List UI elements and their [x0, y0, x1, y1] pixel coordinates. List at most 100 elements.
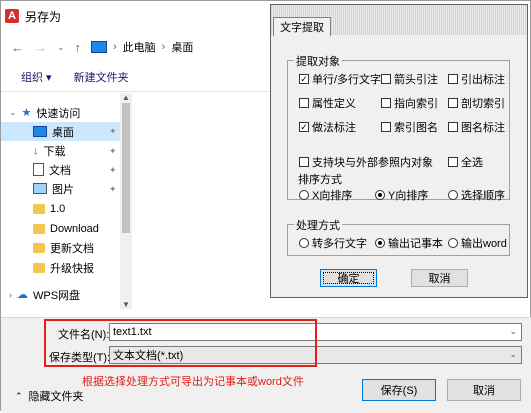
checkbox-label: 属性定义	[312, 98, 356, 110]
tree-item-quick-access[interactable]: ⌄ ★ 快速访问	[9, 103, 80, 122]
radio-label: 输出word	[461, 238, 507, 250]
radio-output-word[interactable]: 输出word	[448, 235, 507, 251]
checkbox-arrow-note[interactable]: 箭头引注	[381, 71, 438, 87]
checkbox-icon	[448, 157, 458, 167]
tree-item-label: Download	[50, 222, 99, 235]
up-arrow-icon[interactable]: ↑	[75, 40, 82, 55]
tree-item-label: WPS网盘	[33, 289, 81, 302]
checkbox-icon	[381, 98, 391, 108]
checkbox-support-block-xref[interactable]: 支持块与外部参照内对象	[299, 154, 433, 170]
radio-sort-selection-order[interactable]: 选择顺序	[448, 187, 505, 203]
checkbox-index-drawing-name[interactable]: 索引图名	[381, 119, 438, 135]
radio-icon	[299, 238, 309, 248]
navigation-tree: ⌄ ★ 快速访问 桌面 ✦ ↓ 下载 ✦ 文档 ✦ 图片 ✦ 1.0 Downl…	[1, 93, 120, 311]
radio-sort-x[interactable]: X向排序	[299, 187, 352, 203]
radio-label: X向排序	[312, 190, 353, 202]
checkbox-label: 全选	[461, 157, 483, 169]
checkbox-attribute-def[interactable]: 属性定义	[299, 95, 356, 111]
tab-text-extract[interactable]: 文字提取	[273, 17, 331, 36]
desktop-icon	[33, 126, 47, 137]
organize-menu[interactable]: 组织 ▾	[21, 69, 52, 85]
dialog-cancel-button[interactable]: 取消	[411, 269, 468, 287]
pin-icon[interactable]: ✦	[109, 165, 117, 176]
tree-item-folder[interactable]: 升级快报	[33, 258, 94, 277]
checkbox-drawing-name-label[interactable]: 图名标注	[448, 119, 505, 135]
tree-item-folder[interactable]: 1.0	[33, 199, 65, 218]
radio-output-notepad[interactable]: 输出记事本	[375, 235, 443, 251]
checkbox-label: 索引图名	[394, 122, 438, 134]
scroll-down-icon[interactable]: ▼	[122, 300, 130, 309]
chevron-down-icon[interactable]: ⌄	[509, 349, 517, 360]
tree-item-pictures[interactable]: 图片	[33, 179, 74, 198]
scrollbar-thumb[interactable]	[122, 103, 130, 233]
chevron-up-icon: ⌃	[15, 390, 23, 401]
save-button[interactable]: 保存(S)	[362, 379, 436, 401]
checkbox-icon	[448, 98, 458, 108]
radio-label: 转多行文字	[312, 238, 367, 250]
checkbox-icon	[299, 157, 309, 167]
folder-icon	[33, 223, 45, 234]
tree-item-label: 文档	[49, 164, 71, 177]
tree-item-folder[interactable]: Download	[33, 219, 99, 238]
ok-button[interactable]: 确定	[320, 269, 377, 287]
checkbox-section-index[interactable]: 剖切索引	[448, 95, 505, 111]
breadcrumb-sep-icon: ›	[161, 41, 166, 53]
radio-label: 选择顺序	[461, 190, 505, 202]
tree-item-folder[interactable]: 更新文档	[33, 238, 94, 257]
document-icon	[33, 163, 44, 176]
back-arrow-icon[interactable]: ←	[11, 40, 24, 55]
chevron-down-icon[interactable]: ⌄	[57, 42, 65, 53]
checkbox-select-all[interactable]: 全选	[448, 154, 483, 170]
chevron-down-icon[interactable]: ⌄	[509, 326, 517, 337]
hide-folders-toggle[interactable]: ⌃ 隐藏文件夹	[15, 388, 84, 404]
tree-item-downloads[interactable]: ↓ 下载	[33, 141, 66, 160]
pin-icon[interactable]: ✦	[109, 184, 117, 195]
tree-item-label: 下载	[43, 145, 66, 158]
checkbox-label: 做法标注	[312, 122, 356, 134]
pin-icon[interactable]: ✦	[109, 146, 117, 157]
tree-item-label: 桌面	[52, 126, 74, 139]
checkbox-label: 指向索引	[394, 98, 438, 110]
checkbox-checked-icon: ✓	[299, 122, 309, 132]
cancel-button[interactable]: 取消	[447, 379, 521, 401]
tree-item-documents[interactable]: 文档	[33, 160, 71, 179]
radio-icon	[448, 190, 458, 200]
highlight-box	[44, 319, 317, 367]
download-icon: ↓	[33, 144, 39, 157]
radio-selected-icon	[375, 238, 385, 248]
breadcrumb-sep-icon: ›	[113, 41, 117, 53]
checkbox-method-label[interactable]: ✓ 做法标注	[299, 119, 356, 135]
pin-icon[interactable]: ✦	[109, 126, 117, 137]
app-logo-icon: A	[5, 9, 19, 23]
expand-chevron-icon[interactable]: ›	[9, 290, 12, 300]
tree-item-wps-cloud[interactable]: › ☁ WPS网盘	[9, 285, 80, 304]
scroll-up-icon[interactable]: ▲	[122, 93, 130, 102]
cloud-icon: ☁	[17, 289, 28, 301]
divider	[1, 91, 271, 92]
text-extract-dialog: 文字提取 提取对象 ✓ 单行/多行文字 箭头引注 引出标注 属性定义 指向索引 剖…	[270, 4, 528, 298]
forward-arrow-icon[interactable]: →	[34, 40, 47, 55]
title-bar: A 另存为	[5, 5, 265, 27]
folder-icon	[33, 262, 45, 273]
tree-item-label: 图片	[52, 183, 74, 196]
tree-item-label: 更新文档	[50, 242, 94, 255]
annotation-text: 根据选择处理方式可导出为记事本或word文件	[82, 376, 304, 388]
checkbox-pointer-index[interactable]: 指向索引	[381, 95, 438, 111]
checkbox-single-multi-text[interactable]: ✓ 单行/多行文字	[299, 71, 381, 87]
checkbox-label: 剖切索引	[461, 98, 505, 110]
breadcrumb-leaf[interactable]: 桌面	[171, 39, 193, 55]
computer-icon	[91, 41, 107, 53]
checkbox-leader-label[interactable]: 引出标注	[448, 71, 505, 87]
tree-item-desktop[interactable]: 桌面 ✦	[1, 122, 120, 141]
checkbox-checked-icon: ✓	[299, 74, 309, 84]
expand-chevron-icon[interactable]: ⌄	[9, 107, 17, 118]
radio-label: 输出记事本	[388, 238, 443, 250]
address-bar[interactable]: › 此电脑 › 桌面	[91, 35, 271, 59]
checkbox-label: 引出标注	[461, 74, 505, 86]
breadcrumb-root[interactable]: 此电脑	[123, 39, 156, 55]
hide-folders-label: 隐藏文件夹	[28, 391, 84, 403]
radio-convert-mtext[interactable]: 转多行文字	[299, 235, 367, 251]
dialog-title-bar: 文字提取	[271, 5, 527, 36]
radio-sort-y[interactable]: Y向排序	[375, 187, 428, 203]
new-folder-button[interactable]: 新建文件夹	[74, 69, 129, 85]
